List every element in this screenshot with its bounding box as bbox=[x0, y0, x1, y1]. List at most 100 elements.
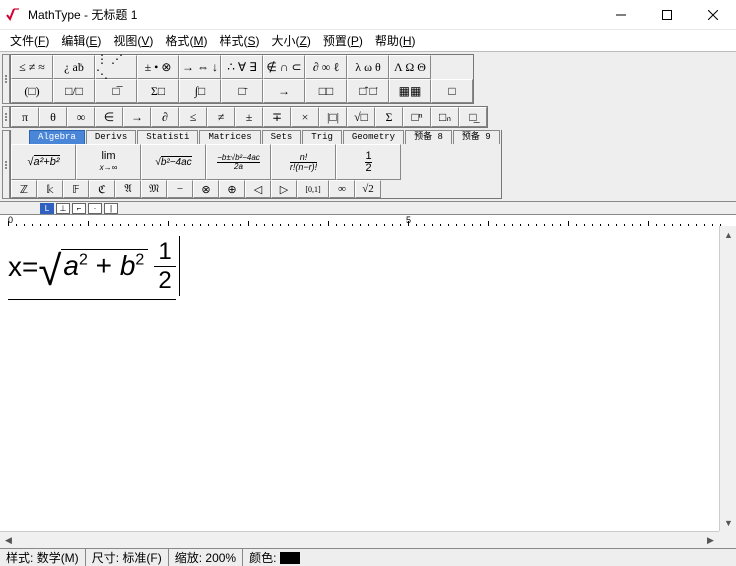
tmpl-sums[interactable]: Σ□ bbox=[137, 79, 179, 103]
sym-arrows[interactable]: → ⇔ ↓ bbox=[179, 55, 221, 79]
tabstop-right-icon[interactable]: ⌐ bbox=[72, 203, 86, 214]
menu-size[interactable]: 大小(Z) bbox=[265, 30, 316, 51]
status-zoom[interactable]: 缩放: 200% bbox=[169, 549, 243, 566]
sym-theta[interactable]: θ bbox=[39, 107, 67, 127]
sym-relations[interactable]: ≤ ≠ ≈ bbox=[11, 55, 53, 79]
sym-partial[interactable]: ∂ bbox=[151, 107, 179, 127]
sym-oplus[interactable]: ⊕ bbox=[219, 180, 245, 198]
sym-interval[interactable]: [0,1] bbox=[297, 180, 329, 198]
sym-greek-upper[interactable]: Λ Ω Θ bbox=[389, 55, 431, 79]
tab-stop-selector: L ⊥ ⌐ · | bbox=[0, 202, 736, 214]
tmpl-sub[interactable]: □ₙ bbox=[431, 107, 459, 127]
sym-times[interactable]: × bbox=[291, 107, 319, 127]
sym-tri-left[interactable]: ◁ bbox=[245, 180, 271, 198]
tmpl-binomial[interactable]: n!r!(n−r)! bbox=[271, 144, 336, 180]
editor-area[interactable]: x= √ a2 + b2 1 2 ▲ ▼ ◀ ▶ bbox=[0, 226, 736, 548]
sym-pi[interactable]: π bbox=[11, 107, 39, 127]
menu-format[interactable]: 格式(M) bbox=[159, 30, 213, 51]
tmpl-overbar[interactable]: □̄ bbox=[221, 79, 263, 103]
sym-infinity[interactable]: ∞ bbox=[67, 107, 95, 127]
tmpl-abs[interactable]: |□| bbox=[319, 107, 347, 127]
menu-edit[interactable]: 编辑(E) bbox=[55, 30, 107, 51]
status-style[interactable]: 样式: 数学(M) bbox=[0, 549, 86, 566]
tmpl-pythagoras[interactable]: √a²+b² bbox=[11, 144, 76, 180]
toolbar-handle-2[interactable] bbox=[2, 106, 10, 128]
tabstop-decimal-icon[interactable]: · bbox=[88, 203, 102, 214]
tmpl-matrix[interactable]: ▦▦ bbox=[389, 79, 431, 103]
tmpl-hats[interactable]: □̂ □̇ bbox=[347, 79, 389, 103]
sym-pm[interactable]: ± bbox=[235, 107, 263, 127]
tmpl-under[interactable]: □̲ bbox=[459, 107, 487, 127]
horizontal-scrollbar[interactable]: ◀ ▶ bbox=[0, 531, 719, 548]
tmpl-half[interactable]: 12 bbox=[336, 144, 401, 180]
toolbar-handle-3[interactable] bbox=[2, 130, 10, 199]
tab-trig[interactable]: Trig bbox=[302, 130, 342, 144]
vertical-scrollbar[interactable]: ▲ ▼ bbox=[719, 226, 736, 548]
menu-help[interactable]: 帮助(H) bbox=[369, 30, 422, 51]
tabstop-center-icon[interactable]: ⊥ bbox=[56, 203, 70, 214]
tmpl-box[interactable]: □ bbox=[431, 79, 473, 103]
tab-derivs[interactable]: Derivs bbox=[86, 130, 136, 144]
sym-dots[interactable]: ⋮ ⋰ ⋱ bbox=[95, 55, 137, 79]
scroll-right-icon[interactable]: ▶ bbox=[702, 532, 719, 548]
tmpl-integrals[interactable]: ∫□ bbox=[179, 79, 221, 103]
sym-tri-right[interactable]: ▷ bbox=[271, 180, 297, 198]
tab-preset9[interactable]: 预备 9 bbox=[453, 130, 500, 144]
sym-sqrt2[interactable]: √2 bbox=[355, 180, 381, 198]
scroll-down-icon[interactable]: ▼ bbox=[720, 514, 736, 531]
tab-matrices[interactable]: Matrices bbox=[199, 130, 260, 144]
sym-spaces[interactable]: ¿ aḃ bbox=[53, 55, 95, 79]
menu-file[interactable]: 文件(F) bbox=[4, 30, 55, 51]
sym-logic[interactable]: ∴ ∀ ∃ bbox=[221, 55, 263, 79]
tabstop-bar-icon[interactable]: | bbox=[104, 203, 118, 214]
sym-infty2[interactable]: ∞ bbox=[329, 180, 355, 198]
maximize-button[interactable] bbox=[644, 0, 690, 29]
tabstop-left-icon[interactable]: L bbox=[40, 203, 54, 214]
tab-geometry[interactable]: Geometry bbox=[343, 130, 404, 144]
tmpl-discriminant[interactable]: √b²−4ac bbox=[141, 144, 206, 180]
sym-k[interactable]: 𝕜 bbox=[37, 180, 63, 198]
tmpl-labeled-arrows[interactable]: → bbox=[263, 79, 305, 103]
sym-otimes[interactable]: ⊗ bbox=[193, 180, 219, 198]
sym-C[interactable]: ℭ bbox=[89, 180, 115, 198]
sym-arrow[interactable]: → bbox=[123, 107, 151, 127]
menu-view[interactable]: 视图(V) bbox=[107, 30, 159, 51]
tab-sets[interactable]: Sets bbox=[262, 130, 302, 144]
menu-prefs[interactable]: 预置(P) bbox=[317, 30, 369, 51]
tmpl-sup[interactable]: □ⁿ bbox=[403, 107, 431, 127]
sym-F[interactable]: 𝔽 bbox=[63, 180, 89, 198]
tmpl-bars[interactable]: □̅ bbox=[95, 79, 137, 103]
sym-element[interactable]: ∈ bbox=[95, 107, 123, 127]
menu-style[interactable]: 样式(S) bbox=[213, 30, 265, 51]
minimize-button[interactable] bbox=[598, 0, 644, 29]
sym-operators[interactable]: ± • ⊗ bbox=[137, 55, 179, 79]
toolbar-handle[interactable] bbox=[2, 54, 10, 104]
sym-A[interactable]: 𝔄 bbox=[115, 180, 141, 198]
equation-content[interactable]: x= √ a2 + b2 1 2 bbox=[0, 226, 736, 312]
scroll-left-icon[interactable]: ◀ bbox=[0, 532, 17, 548]
tmpl-sqrt[interactable]: √□ bbox=[347, 107, 375, 127]
ruler[interactable]: 0 5 bbox=[0, 214, 736, 226]
status-size[interactable]: 尺寸: 标准(F) bbox=[86, 549, 169, 566]
tmpl-quadratic[interactable]: −b±√b²−4ac2a bbox=[206, 144, 271, 180]
tmpl-products[interactable]: □□ bbox=[305, 79, 347, 103]
tmpl-sum2[interactable]: Σ bbox=[375, 107, 403, 127]
tab-preset8[interactable]: 预备 8 bbox=[405, 130, 452, 144]
sym-Z[interactable]: ℤ bbox=[11, 180, 37, 198]
tab-algebra[interactable]: Algebra bbox=[29, 130, 85, 144]
sym-minus[interactable]: − bbox=[167, 180, 193, 198]
tmpl-fractions[interactable]: □/□ bbox=[53, 79, 95, 103]
tmpl-fences[interactable]: (□) bbox=[11, 79, 53, 103]
sym-leq[interactable]: ≤ bbox=[179, 107, 207, 127]
sym-greek-lower[interactable]: λ ω θ bbox=[347, 55, 389, 79]
sym-settheory[interactable]: ∉ ∩ ⊂ bbox=[263, 55, 305, 79]
sym-mp[interactable]: ∓ bbox=[263, 107, 291, 127]
sym-misc[interactable]: ∂ ∞ ℓ bbox=[305, 55, 347, 79]
sym-neq[interactable]: ≠ bbox=[207, 107, 235, 127]
status-color[interactable]: 颜色: bbox=[243, 549, 306, 566]
close-button[interactable] bbox=[690, 0, 736, 29]
scroll-up-icon[interactable]: ▲ bbox=[720, 226, 736, 243]
tmpl-limit[interactable]: limx→∞ bbox=[76, 144, 141, 180]
tab-statisti[interactable]: Statisti bbox=[137, 130, 198, 144]
sym-M[interactable]: 𝔐 bbox=[141, 180, 167, 198]
